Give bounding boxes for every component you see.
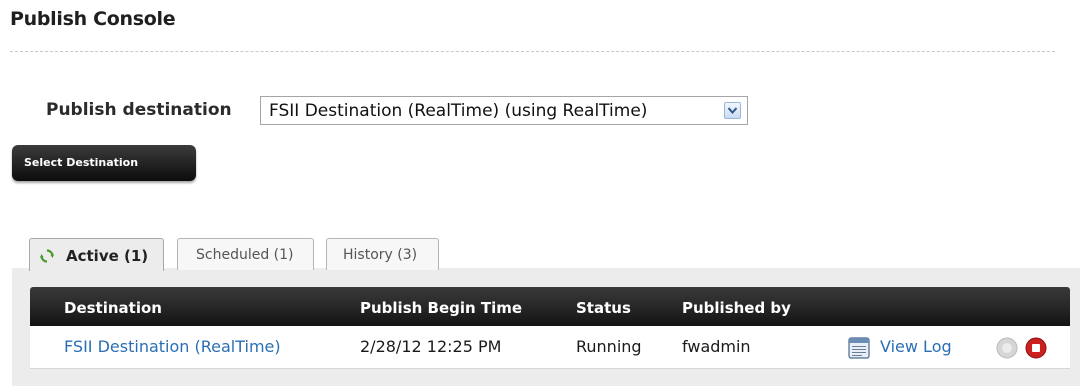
tab-active[interactable]: Active (1): [29, 238, 164, 271]
column-header-begin-time[interactable]: Publish Begin Time: [360, 299, 522, 317]
refresh-icon: [40, 249, 54, 267]
tab-scheduled[interactable]: Scheduled (1): [177, 238, 314, 270]
grid-header: Destination Publish Begin Time Status Pu…: [30, 287, 1070, 326]
column-header-published-by[interactable]: Published by: [682, 299, 791, 317]
view-log-link[interactable]: View Log: [880, 337, 952, 356]
stop-icon[interactable]: [1025, 337, 1047, 363]
tab-scheduled-label: Scheduled (1): [196, 247, 294, 263]
dropdown-arrow-icon[interactable]: [724, 102, 741, 119]
tab-history-label: History (3): [343, 247, 418, 263]
select-destination-button[interactable]: Select Destination: [12, 145, 196, 181]
status-cell: Running: [576, 337, 642, 356]
log-icon[interactable]: [848, 337, 870, 363]
page-title: Publish Console: [10, 8, 176, 30]
title-divider: [10, 51, 1055, 52]
column-header-destination[interactable]: Destination: [64, 299, 162, 317]
publish-destination-label: Publish destination: [46, 100, 232, 120]
tab-history[interactable]: History (3): [326, 238, 439, 270]
disabled-action-icon[interactable]: [996, 337, 1018, 363]
published-by-cell: fwadmin: [682, 337, 751, 356]
table-row: FSII Destination (RealTime) 2/28/12 12:2…: [30, 326, 1070, 369]
tab-active-label: Active (1): [66, 247, 149, 265]
begin-time-cell: 2/28/12 12:25 PM: [360, 337, 502, 356]
publish-destination-select[interactable]: FSII Destination (RealTime) (using RealT…: [260, 96, 748, 125]
destination-link[interactable]: FSII Destination (RealTime): [64, 337, 281, 356]
column-header-status[interactable]: Status: [576, 299, 631, 317]
publish-destination-value: FSII Destination (RealTime) (using RealT…: [269, 101, 648, 121]
